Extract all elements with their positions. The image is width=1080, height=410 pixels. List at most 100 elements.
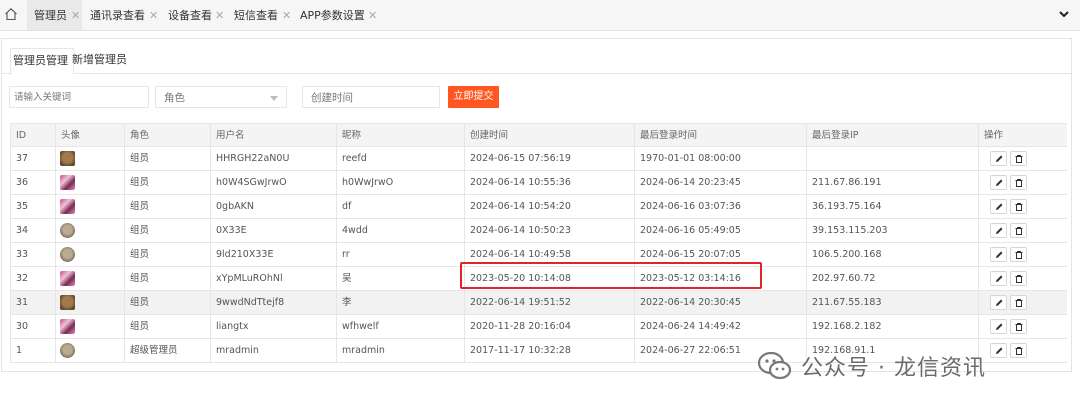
top-tab-bar: 管理员 ✕ 通讯录查看 ✕ 设备查看 ✕ 短信查看 ✕ APP参数设置 ✕ — [0, 0, 1080, 31]
tab-admin[interactable]: 管理员 ✕ — [27, 0, 82, 30]
last-ip-cell: 211.67.55.183 — [806, 291, 978, 314]
trash-icon — [1015, 179, 1023, 187]
role-cell: 组员 — [124, 147, 210, 170]
nickname-cell: mradmin — [336, 339, 464, 362]
close-icon[interactable]: ✕ — [149, 0, 158, 31]
created-time-cell: 2020-11-28 20:16:04 — [464, 315, 634, 338]
tab-contacts[interactable]: 通讯录查看 ✕ — [90, 0, 162, 30]
edit-button[interactable] — [990, 343, 1007, 358]
pencil-icon — [996, 275, 1003, 282]
table-row: 37 组员 HHRGH22aN0U reefd 2024-06-15 07:56:19 1… — [10, 147, 1067, 171]
created-time-cell: 2024-06-14 10:55:36 — [464, 171, 634, 194]
close-icon[interactable]: ✕ — [282, 0, 291, 31]
keyword-input[interactable]: 请输入关键词 — [9, 86, 149, 108]
col-username-header: 用户名 — [210, 124, 336, 147]
delete-button[interactable] — [1010, 223, 1027, 238]
edit-button[interactable] — [990, 223, 1007, 238]
nickname-cell: 吴 — [336, 267, 464, 290]
edit-button[interactable] — [990, 271, 1007, 286]
id-cell: 37 — [10, 147, 55, 170]
username-cell: xYpMLuROhNl — [210, 267, 336, 290]
trash-icon — [1015, 155, 1023, 163]
username-cell: h0W4SGwJrwO — [210, 171, 336, 194]
role-cell: 组员 — [124, 219, 210, 242]
subtab-admin-manage[interactable]: 管理员管理 — [10, 48, 74, 75]
close-icon[interactable]: ✕ — [71, 0, 80, 31]
avatar — [60, 175, 75, 190]
delete-button[interactable] — [1010, 319, 1027, 334]
edit-button[interactable] — [990, 319, 1007, 334]
delete-button[interactable] — [1010, 295, 1027, 310]
col-last-login-header: 最后登录时间 — [634, 124, 806, 147]
close-icon[interactable]: ✕ — [368, 0, 377, 31]
edit-button[interactable] — [990, 247, 1007, 262]
edit-button[interactable] — [990, 151, 1007, 166]
avatar — [60, 295, 75, 310]
wechat-icon — [757, 351, 792, 380]
col-id-header: ID — [10, 124, 55, 147]
chevron-down-icon[interactable] — [1058, 8, 1070, 20]
last-login-cell: 2024-06-16 03:07:36 — [634, 195, 806, 218]
username-cell: 9ld210X33E — [210, 243, 336, 266]
table-row: 34 组员 0X33E 4wdd 2024-06-14 10:50:23 2024-06-… — [10, 219, 1067, 243]
submit-button[interactable]: 立即提交 — [448, 86, 499, 108]
tab-sms[interactable]: 短信查看 ✕ — [234, 0, 294, 30]
avatar — [60, 319, 75, 334]
created-time-input[interactable]: 创建时间 — [302, 86, 440, 108]
avatar — [60, 271, 75, 286]
avatar — [60, 247, 75, 262]
id-cell: 30 — [10, 315, 55, 338]
delete-button[interactable] — [1010, 271, 1027, 286]
pencil-icon — [996, 179, 1003, 186]
subtab-add-admin[interactable]: 新增管理员 — [72, 48, 127, 73]
table-row: 36 组员 h0W4SGwJrwO h0WwJrwO 2024-06-14 10:55:… — [10, 171, 1067, 195]
edit-button[interactable] — [990, 295, 1007, 310]
tab-devices[interactable]: 设备查看 ✕ — [168, 0, 228, 30]
avatar — [60, 151, 75, 166]
delete-button[interactable] — [1010, 343, 1027, 358]
home-icon[interactable] — [4, 7, 18, 21]
trash-icon — [1015, 323, 1023, 331]
tab-label: 管理员 — [34, 9, 67, 22]
table-row: 30 组员 liangtx wfhwelf 2020-11-28 20:16:04 202… — [10, 315, 1067, 339]
last-login-cell: 2024-06-24 14:49:42 — [634, 315, 806, 338]
role-cell: 组员 — [124, 195, 210, 218]
edit-button[interactable] — [990, 175, 1007, 190]
col-created-header: 创建时间 — [464, 124, 634, 147]
edit-button[interactable] — [990, 199, 1007, 214]
username-cell: 0X33E — [210, 219, 336, 242]
last-ip-cell: 192.168.2.182 — [806, 315, 978, 338]
table-header: ID 头像 角色 用户名 昵称 创建时间 最后登录时间 最后登录IP 操作 — [10, 123, 1067, 147]
last-login-cell: 2024-06-16 05:49:05 — [634, 219, 806, 242]
delete-button[interactable] — [1010, 175, 1027, 190]
created-time-cell: 2017-11-17 10:32:28 — [464, 339, 634, 362]
tab-label: 通讯录查看 — [90, 9, 145, 22]
nickname-cell: wfhwelf — [336, 315, 464, 338]
last-ip-cell: 36.193.75.164 — [806, 195, 978, 218]
trash-icon — [1015, 299, 1023, 307]
caret-down-icon — [270, 96, 278, 101]
pencil-icon — [996, 227, 1003, 234]
id-cell: 34 — [10, 219, 55, 242]
delete-button[interactable] — [1010, 247, 1027, 262]
id-cell: 35 — [10, 195, 55, 218]
last-ip-cell — [806, 147, 978, 170]
tab-app-settings[interactable]: APP参数设置 ✕ — [300, 0, 380, 30]
pencil-icon — [996, 251, 1003, 258]
delete-button[interactable] — [1010, 199, 1027, 214]
highlight-box — [460, 262, 762, 289]
col-actions-header: 操作 — [978, 124, 1067, 147]
delete-button[interactable] — [1010, 151, 1027, 166]
trash-icon — [1015, 203, 1023, 211]
col-last-ip-header: 最后登录IP — [806, 124, 978, 147]
role-cell: 组员 — [124, 243, 210, 266]
created-time-cell: 2024-06-15 07:56:19 — [464, 147, 634, 170]
role-cell: 组员 — [124, 267, 210, 290]
close-icon[interactable]: ✕ — [215, 0, 224, 31]
col-avatar-header: 头像 — [55, 124, 124, 147]
role-select[interactable]: 角色 — [155, 86, 287, 108]
id-cell: 36 — [10, 171, 55, 194]
nickname-cell: reefd — [336, 147, 464, 170]
tab-label: 设备查看 — [168, 9, 212, 22]
trash-icon — [1015, 347, 1023, 355]
